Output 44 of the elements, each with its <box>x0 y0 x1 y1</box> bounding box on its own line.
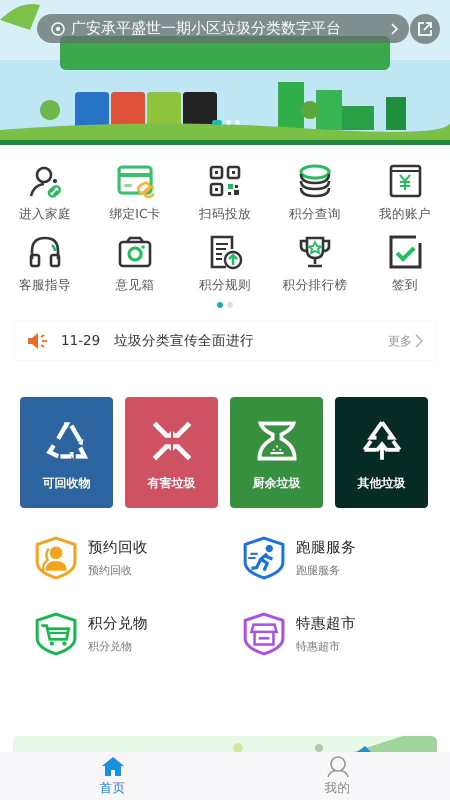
shortcut-button[interactable]: 积分规则 <box>180 233 270 294</box>
service-subtitle: 跑腿服务 <box>296 563 341 578</box>
page-dot[interactable] <box>227 302 233 308</box>
service-item[interactable]: 预约回收 预约回收 <box>34 536 242 580</box>
carousel-dot[interactable] <box>226 120 231 125</box>
speaker-icon <box>27 331 49 351</box>
service-item[interactable]: 跑腿服务 跑腿服务 <box>242 536 450 580</box>
chevron-right-icon <box>415 334 423 348</box>
service-title: 积分兑物 <box>88 615 148 633</box>
notice-bar[interactable]: 11-29 垃圾分类宣传全面进行 更多 <box>15 322 435 360</box>
page-dot[interactable] <box>217 302 223 308</box>
shortcut-button[interactable]: 意见箱 <box>90 233 180 294</box>
shortcut-button[interactable]: 客服指导 <box>0 233 90 294</box>
house-icon <box>100 755 126 778</box>
category-card[interactable]: 可回收物 <box>20 397 113 508</box>
category-card[interactable]: 其他垃圾 <box>335 397 428 508</box>
inward-arrows-icon <box>150 419 194 463</box>
share-icon <box>416 20 434 38</box>
notice-text: 垃圾分类宣传全面进行 <box>114 332 256 350</box>
shortcut-button[interactable]: 扫码投放 <box>180 162 270 223</box>
service-item[interactable]: 积分兑物 积分兑物 <box>34 612 242 656</box>
shortcut-button[interactable]: 积分排行榜 <box>270 233 360 294</box>
service-subtitle: 特惠超市 <box>296 639 341 654</box>
shortcut-button[interactable]: 我的账户 <box>360 162 450 223</box>
chevron-right-icon <box>390 22 399 36</box>
category-card[interactable]: 厨余垃圾 <box>230 397 323 508</box>
service-subtitle: 积分兑物 <box>88 639 133 654</box>
service-title: 特惠超市 <box>296 614 356 633</box>
shortcut-button[interactable]: 积分查询 <box>270 162 360 223</box>
service-title: 跑腿服务 <box>296 539 356 557</box>
service-subtitle: 预约回收 <box>88 563 133 578</box>
target-icon <box>51 22 65 36</box>
hourglass-icon <box>254 419 298 463</box>
page-title: 广安承平盛世一期小区垃圾分类数字平台 <box>71 19 342 38</box>
notice-date: 11-29 <box>61 333 100 349</box>
service-title: 预约回收 <box>88 539 148 557</box>
service-item[interactable]: 特惠超市 特惠超市 <box>242 612 450 656</box>
tab-button[interactable]: 首页 <box>0 752 225 800</box>
carousel-dot[interactable] <box>235 120 240 125</box>
category-card[interactable]: 有害垃圾 <box>125 397 218 508</box>
shortcut-button[interactable]: 签到 <box>360 233 450 294</box>
shortcut-button[interactable]: 绑定IC卡 <box>90 162 180 223</box>
shortcut-button[interactable]: 进入家庭 <box>0 162 90 223</box>
person-outline-icon <box>324 755 350 778</box>
